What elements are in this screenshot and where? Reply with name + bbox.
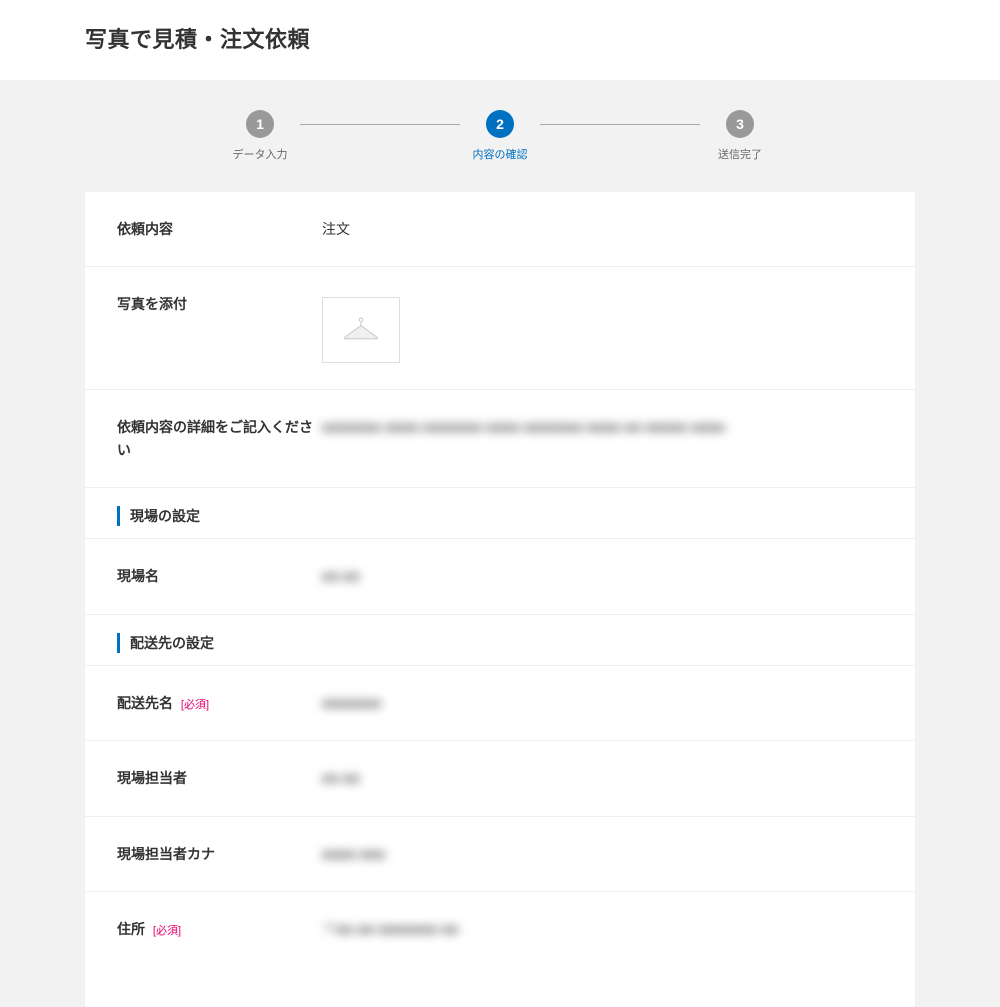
required-tag: [必須] <box>153 925 181 937</box>
step-label: データ入力 <box>233 146 288 162</box>
page-title: 写真で見積・注文依頼 <box>85 22 915 54</box>
label-text: 住所 <box>117 921 145 937</box>
value-address: 〒■■-■■ ■■■■■■■ ■■ <box>322 918 883 940</box>
step-label: 送信完了 <box>718 146 762 162</box>
row-delivery-name: 配送先名 [必須] ■■■■■■■ <box>85 666 915 742</box>
value-request-type: 注文 <box>322 218 883 240</box>
step-label: 内容の確認 <box>473 146 528 162</box>
label-address: 住所 [必須] <box>117 918 322 941</box>
label-detail: 依頼内容の詳細をご記入ください <box>117 416 322 461</box>
step-number-icon: 3 <box>726 110 754 138</box>
confirmation-card: 依頼内容 注文 写真を添付 依頼内容の詳細をご記入ください ■■■■■■■ ■■… <box>85 192 915 1007</box>
row-request-type: 依頼内容 注文 <box>85 192 915 267</box>
value-attach-photo <box>322 293 883 363</box>
label-delivery-name: 配送先名 [必須] <box>117 692 322 715</box>
section-title: 配送先の設定 <box>117 633 883 653</box>
section-title: 現場の設定 <box>117 506 883 526</box>
value-site-contact-kana: ■■■■ ■■■ <box>322 843 883 865</box>
row-site-contact-kana: 現場担当者カナ ■■■■ ■■■ <box>85 817 915 892</box>
step-connector-line <box>300 124 460 125</box>
label-request-type: 依頼内容 <box>117 218 322 240</box>
label-site-contact: 現場担当者 <box>117 767 322 789</box>
row-site-contact: 現場担当者 ■■ ■■ <box>85 741 915 816</box>
header-bar: 写真で見積・注文依頼 <box>0 0 1000 80</box>
value-delivery-name: ■■■■■■■ <box>322 692 883 714</box>
label-site-name: 現場名 <box>117 565 322 587</box>
label-site-contact-kana: 現場担当者カナ <box>117 843 322 865</box>
step-1: 1 データ入力 <box>220 110 300 162</box>
row-address: 住所 [必須] 〒■■-■■ ■■■■■■■ ■■ <box>85 892 915 967</box>
row-detail: 依頼内容の詳細をご記入ください ■■■■■■■ ■■■■ ■■■■■■■ ■■■… <box>85 390 915 488</box>
step-number-icon: 1 <box>246 110 274 138</box>
row-attach-photo: 写真を添付 <box>85 267 915 390</box>
value-site-name: ■■ ■■ <box>322 565 883 587</box>
stepper-area: 1 データ入力 2 内容の確認 3 送信完了 <box>0 80 1000 162</box>
required-tag: [必須] <box>181 699 209 711</box>
step-number-icon: 2 <box>486 110 514 138</box>
progress-stepper: 1 データ入力 2 内容の確認 3 送信完了 <box>220 110 780 162</box>
value-detail: ■■■■■■■ ■■■■ ■■■■■■■ ■■■■ ■■■■■■■ ■■■■ ■… <box>322 416 883 438</box>
hanger-icon <box>339 315 383 345</box>
step-2: 2 内容の確認 <box>460 110 540 162</box>
label-text: 配送先名 <box>117 695 173 711</box>
section-heading-site: 現場の設定 <box>85 488 915 539</box>
step-connector-line <box>540 124 700 125</box>
row-site-name: 現場名 ■■ ■■ <box>85 539 915 614</box>
label-attach-photo: 写真を添付 <box>117 293 322 315</box>
photo-thumbnail[interactable] <box>322 297 400 363</box>
section-heading-delivery: 配送先の設定 <box>85 615 915 666</box>
value-site-contact: ■■ ■■ <box>322 767 883 789</box>
step-3: 3 送信完了 <box>700 110 780 162</box>
